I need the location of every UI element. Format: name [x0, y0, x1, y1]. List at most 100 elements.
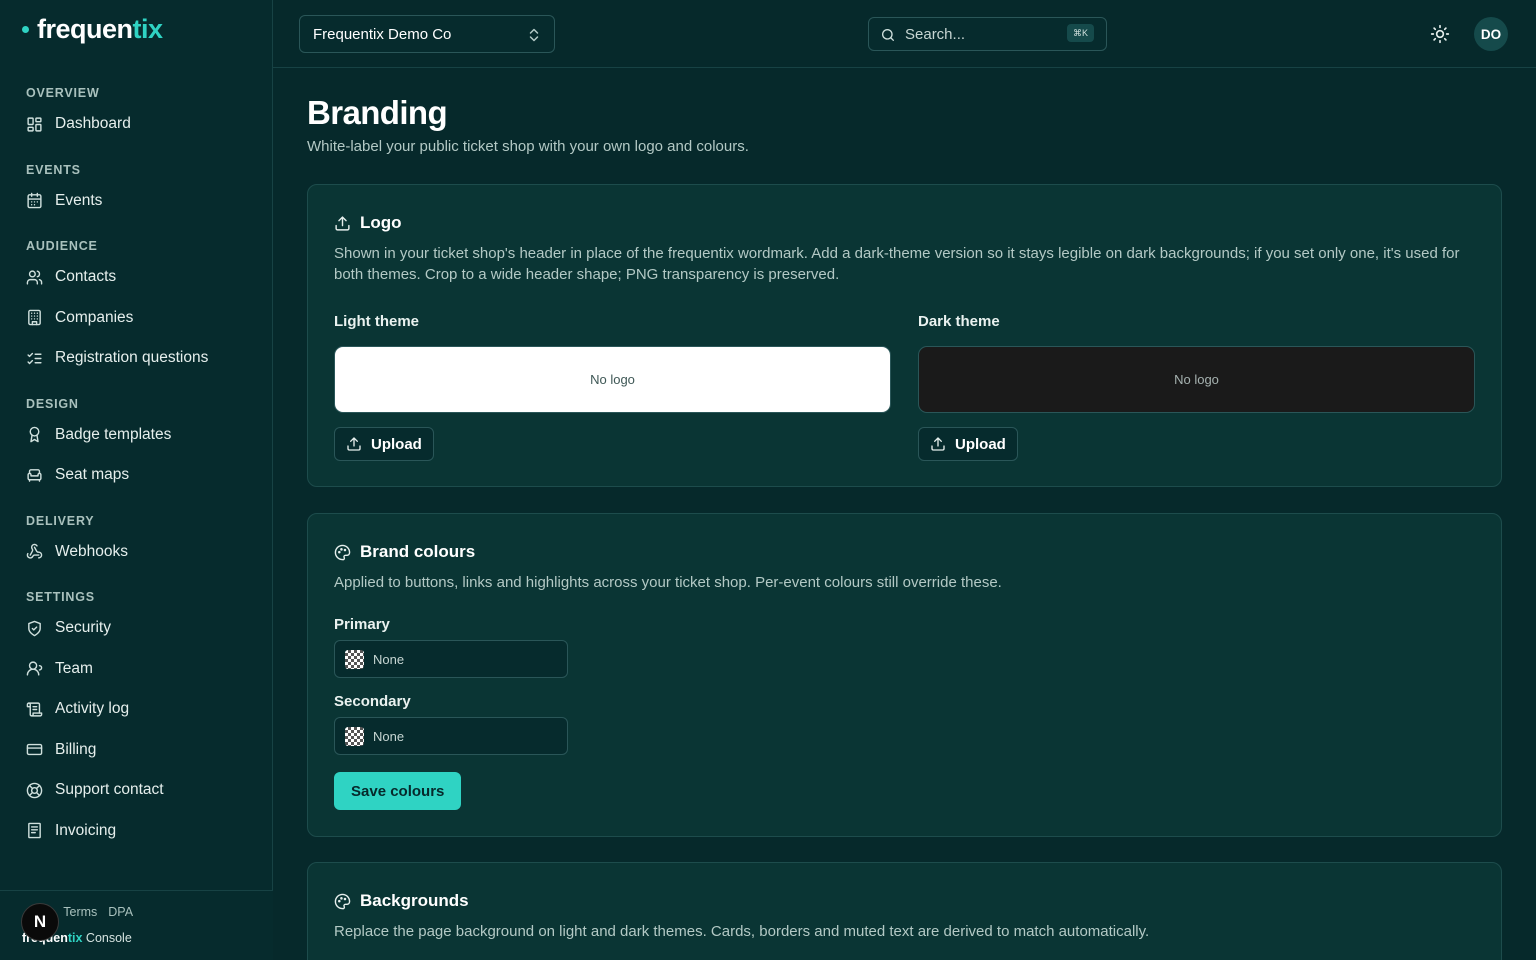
- receipt-icon: [28, 822, 41, 839]
- brand-logo[interactable]: frequentix: [22, 14, 163, 45]
- nav-section-events: EVENTS Events: [0, 159, 273, 222]
- footer-link-dpa[interactable]: DPA: [108, 905, 133, 919]
- sidebar-item-billing[interactable]: Billing: [0, 730, 273, 771]
- secondary-colour-label: Secondary: [334, 693, 411, 710]
- nav-section-overview: OVERVIEW Dashboard: [0, 82, 273, 145]
- nav-heading: OVERVIEW: [26, 86, 100, 100]
- card-description: Applied to buttons, links and highlights…: [334, 574, 1002, 591]
- dark-logo-preview: No logo: [918, 346, 1475, 413]
- dark-theme-label: Dark theme: [918, 313, 1000, 330]
- nav-section-audience: AUDIENCE Contacts Companies Registration…: [0, 235, 273, 379]
- primary-colour-value: None: [373, 651, 405, 667]
- upload-icon: [335, 215, 350, 231]
- nav-heading: DELIVERY: [26, 513, 95, 528]
- sidebar-item-label: Contacts: [55, 268, 117, 286]
- organization-name: Frequentix Demo Co: [313, 25, 452, 43]
- sidebar-item-label: Webhooks: [55, 542, 128, 560]
- sidebar-item-contacts[interactable]: Contacts: [0, 257, 273, 298]
- sidebar-item-label: Seat maps: [55, 466, 130, 484]
- dashboard-icon: [27, 117, 42, 132]
- card-title: Backgrounds: [334, 891, 469, 911]
- calendar-icon: [27, 192, 42, 209]
- palette-icon: [334, 893, 351, 909]
- sidebar-item-invoicing[interactable]: Invoicing: [0, 811, 273, 852]
- nav-heading: EVENTS: [26, 162, 81, 177]
- sidebar-item-seat-maps[interactable]: Seat maps: [0, 455, 273, 496]
- sidebar-item-label: Team: [55, 659, 93, 677]
- organization-select[interactable]: Frequentix Demo Co: [299, 15, 555, 53]
- upload-light-logo-button[interactable]: Upload: [334, 427, 434, 461]
- sidebar-item-security[interactable]: Security: [0, 608, 273, 649]
- card-title: Brand colours: [334, 542, 475, 562]
- card-title: Logo: [334, 213, 402, 233]
- sidebar-item-companies[interactable]: Companies: [0, 298, 273, 339]
- logo-card: Logo Shown in your ticket shop's header …: [307, 184, 1502, 487]
- card-description: Shown in your ticket shop's header in pl…: [334, 245, 1460, 283]
- sidebar-item-events[interactable]: Events: [0, 181, 273, 222]
- nav-heading: SETTINGS: [26, 590, 95, 604]
- upload-icon: [347, 437, 361, 451]
- lifebuoy-icon: [26, 782, 43, 799]
- palette-icon: [334, 544, 351, 560]
- sidebar-item-label: Companies: [55, 308, 134, 326]
- list-checks-icon: [27, 352, 42, 364]
- save-colours-button[interactable]: Save colours: [334, 772, 462, 810]
- nav-heading: DESIGN: [26, 396, 79, 411]
- sidebar-item-badge-templates[interactable]: Badge templates: [0, 415, 273, 456]
- sidebar-item-label: Registration questions: [55, 349, 209, 367]
- search-placeholder: Search...: [905, 25, 966, 43]
- backgrounds-card: Backgrounds Replace the page background …: [307, 862, 1502, 960]
- building-icon: [28, 309, 41, 326]
- dev-tools-badge[interactable]: N: [21, 903, 59, 941]
- sidebar-item-registration-questions[interactable]: Registration questions: [0, 338, 273, 379]
- nav-section-settings: SETTINGS Security Team Activity log Bill…: [0, 586, 273, 851]
- sidebar-item-label: Invoicing: [55, 821, 117, 839]
- light-logo-preview: No logo: [334, 346, 891, 413]
- sidebar-item-label: Events: [55, 191, 103, 209]
- users-icon: [26, 270, 43, 285]
- nav-heading: AUDIENCE: [26, 239, 98, 253]
- badge-icon: [29, 426, 40, 443]
- armchair-icon: [27, 468, 42, 482]
- search-icon: [882, 29, 894, 41]
- transparent-swatch-icon: [345, 727, 364, 746]
- user-icon: [26, 661, 43, 676]
- page-title: Branding: [307, 94, 448, 131]
- nav-section-delivery: DELIVERY Webhooks: [0, 510, 273, 573]
- avatar[interactable]: DO: [1474, 17, 1508, 51]
- sidebar: frequentix OVERVIEW Dashboard EVENTS Eve…: [0, 0, 273, 960]
- primary-colour-picker[interactable]: None: [334, 640, 568, 678]
- sidebar-item-support-contact[interactable]: Support contact: [0, 770, 273, 811]
- sidebar-item-label: Badge templates: [55, 425, 172, 443]
- light-theme-label: Light theme: [334, 313, 419, 330]
- upload-icon: [931, 437, 945, 451]
- sidebar-item-label: Activity log: [55, 700, 130, 718]
- sidebar-footer: y Terms DPA frequentix Console N: [0, 890, 273, 960]
- shield-icon: [28, 620, 41, 637]
- sun-icon[interactable]: [1430, 24, 1450, 44]
- sidebar-item-label: Dashboard: [55, 115, 131, 133]
- empty-logo-text: No logo: [1174, 372, 1219, 387]
- brand-dot-icon: [22, 26, 29, 33]
- secondary-colour-value: None: [373, 728, 405, 744]
- sidebar-item-label: Security: [55, 619, 111, 637]
- credit-card-icon: [26, 744, 43, 756]
- sidebar-item-webhooks[interactable]: Webhooks: [0, 532, 273, 573]
- footer-link-terms[interactable]: Terms: [63, 905, 97, 919]
- nav-section-design: DESIGN Badge templates Seat maps: [0, 393, 273, 496]
- webhook-icon: [26, 543, 43, 559]
- sidebar-item-label: Support contact: [55, 781, 164, 799]
- search-input[interactable]: Search... ⌘K: [868, 17, 1107, 51]
- log-icon: [26, 702, 43, 717]
- sidebar-item-label: Billing: [55, 740, 97, 758]
- brand-colours-card: Brand colours Applied to buttons, links …: [307, 513, 1502, 837]
- upload-dark-logo-button[interactable]: Upload: [918, 427, 1018, 461]
- sidebar-item-activity-log[interactable]: Activity log: [0, 689, 273, 730]
- sidebar-item-dashboard[interactable]: Dashboard: [0, 104, 273, 145]
- sidebar-item-team[interactable]: Team: [0, 649, 273, 690]
- search-shortcut: ⌘K: [1066, 24, 1094, 42]
- transparent-swatch-icon: [345, 650, 364, 669]
- secondary-colour-picker[interactable]: None: [334, 717, 568, 755]
- chevrons-up-down-icon: [529, 28, 539, 42]
- page-subtitle: White-label your public ticket shop with…: [307, 138, 749, 155]
